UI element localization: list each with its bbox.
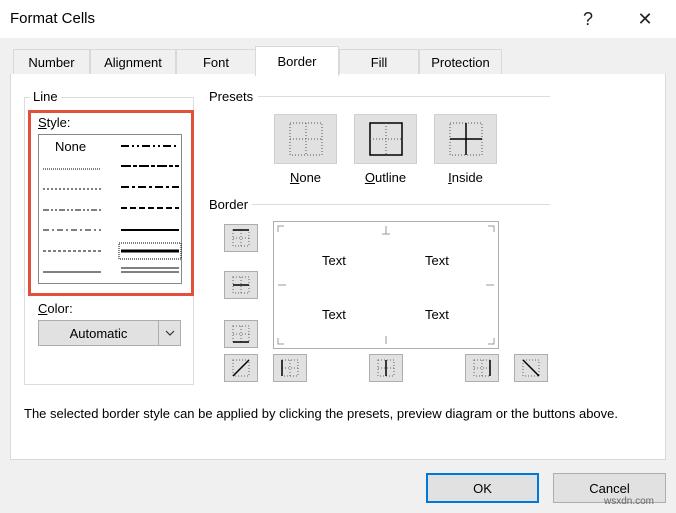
style-list[interactable]: None (38, 134, 182, 284)
chevron-down-icon[interactable] (158, 321, 180, 345)
dialog-title: Format Cells (10, 10, 96, 27)
border-label: Border (209, 197, 249, 212)
preview-text-top-right: Text (425, 253, 449, 268)
ok-button[interactable]: OK (426, 473, 539, 503)
tab-alignment[interactable]: Alignment (90, 49, 176, 75)
preset-outline-button[interactable] (354, 114, 417, 164)
preview-text-bottom-right: Text (425, 307, 449, 322)
tab-number[interactable]: Number (13, 49, 90, 75)
presets-separator (258, 96, 550, 97)
preview-corner-marks (277, 225, 495, 345)
preview-text-bottom-left: Text (322, 307, 346, 322)
preset-outline-icon (368, 122, 403, 156)
style-none-label[interactable]: None (55, 139, 86, 154)
border-right-icon (473, 359, 491, 377)
border-left-button[interactable] (273, 354, 307, 382)
tab-border[interactable]: Border (255, 46, 339, 76)
preset-inside-label: Inside (448, 170, 483, 185)
hint-text: The selected border style can be applied… (24, 406, 619, 421)
color-dropdown[interactable]: Automatic (38, 320, 181, 346)
border-bottom-icon (232, 325, 250, 343)
border-top-button[interactable] (224, 224, 258, 252)
border-top-icon (232, 229, 250, 247)
border-inside-vertical-icon (377, 359, 395, 377)
help-button[interactable]: ? (565, 0, 611, 38)
preset-inside-icon (449, 122, 482, 156)
diagonal-up-icon (232, 359, 250, 377)
border-inside-vertical-button[interactable] (369, 354, 403, 382)
border-inside-horizontal-button[interactable] (224, 271, 258, 299)
preset-inside-button[interactable] (434, 114, 497, 164)
preset-outline-label: Outline (364, 170, 407, 185)
line-group-label: Line (30, 89, 61, 104)
border-inside-horizontal-icon (232, 276, 250, 294)
color-dropdown-value: Automatic (69, 325, 128, 341)
border-diagonal-down-button[interactable] (514, 354, 548, 382)
tab-protection[interactable]: Protection (419, 49, 502, 75)
preset-none-label: None (289, 170, 322, 185)
border-diagonal-up-button[interactable] (224, 354, 258, 382)
border-left-icon (281, 359, 299, 377)
border-bottom-button[interactable] (224, 320, 258, 348)
preset-none-icon (289, 122, 322, 156)
presets-label: Presets (209, 89, 254, 104)
tab-font[interactable]: Font (176, 49, 256, 75)
border-right-button[interactable] (465, 354, 499, 382)
border-preview[interactable]: Text Text Text Text (273, 221, 499, 349)
diagonal-down-icon (522, 359, 540, 377)
border-separator (252, 204, 550, 205)
color-label: Color: (38, 301, 73, 316)
watermark: wsxdn.com (604, 496, 655, 507)
close-button[interactable]: ✕ (622, 0, 668, 38)
tab-fill[interactable]: Fill (339, 49, 419, 75)
line-style-swatches (43, 145, 182, 273)
preview-text-top-left: Text (322, 253, 346, 268)
preset-none-button[interactable] (274, 114, 337, 164)
